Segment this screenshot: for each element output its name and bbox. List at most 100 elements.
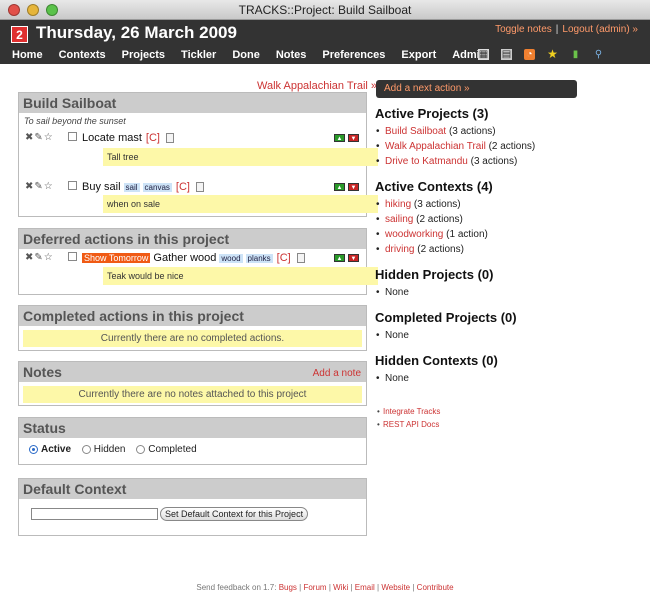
status-active-label[interactable]: Active: [41, 444, 71, 455]
tag[interactable]: sail: [123, 183, 140, 192]
app-header: 2 Thursday, 26 March 2009 Toggle notes | L…: [0, 20, 650, 64]
next-project-link[interactable]: Walk Appalachian Trail »: [257, 80, 377, 92]
nav-projects[interactable]: Projects: [122, 49, 165, 61]
window-title: TRACKS::Project: Build Sailboat: [238, 3, 412, 17]
add-note-link[interactable]: Add a note: [313, 366, 361, 382]
move-up-icon[interactable]: ▲: [334, 183, 345, 191]
todo-description[interactable]: Locate mast: [82, 132, 142, 144]
status-completed-radio[interactable]: [136, 445, 146, 454]
todo-note: when on sale: [103, 195, 378, 213]
footer-link-wiki[interactable]: Wiki: [333, 583, 348, 592]
active-projects-heading: Active Projects (3): [375, 106, 489, 121]
default-context-box: Default Context Set Default Context for …: [18, 478, 367, 536]
status-active-radio[interactable]: [29, 445, 38, 454]
completed-empty-message: Currently there are no completed actions…: [23, 330, 362, 347]
rss-icon[interactable]: ◔: [524, 49, 535, 60]
footer-link-forum[interactable]: Forum: [303, 583, 326, 592]
footer-link-email[interactable]: Email: [355, 583, 375, 592]
todo-description[interactable]: Gather wood: [153, 252, 216, 264]
list-item: None: [375, 328, 635, 343]
footer-link-website[interactable]: Website: [381, 583, 410, 592]
todo-action-icons: ✖✎☆: [25, 181, 54, 192]
tag[interactable]: canvas: [142, 183, 172, 192]
top-links: Toggle notes | Logout (admin) »: [495, 24, 638, 35]
todo-context-link[interactable]: [C]: [176, 181, 190, 193]
star-icon[interactable]: ☆: [44, 252, 54, 263]
main-nav: Home Contexts Projects Tickler Done Notes Pref…: [12, 49, 502, 61]
todo-move-arrows: ▲ ▼: [331, 180, 359, 192]
list-item: woodworking (1 action): [375, 227, 635, 242]
edit-icon[interactable]: ✎: [34, 132, 43, 143]
todo-context-link[interactable]: [C]: [277, 252, 291, 264]
toggle-notes-link[interactable]: Toggle notes: [495, 24, 552, 35]
notes-box: Notes Add a note Currently there are no n…: [18, 361, 367, 406]
context-link[interactable]: woodworking: [385, 229, 443, 240]
move-down-icon[interactable]: ▼: [348, 254, 359, 262]
notes-empty-message: Currently there are no notes attached to…: [23, 386, 362, 403]
move-down-icon[interactable]: ▼: [348, 183, 359, 191]
todo-checkbox[interactable]: [68, 132, 77, 141]
edit-icon[interactable]: ✎: [34, 252, 43, 263]
print-icon[interactable]: ▤: [501, 49, 512, 60]
star-icon[interactable]: ☆: [44, 132, 54, 143]
delete-icon[interactable]: ✖: [25, 252, 34, 263]
todo-move-arrows: ▲ ▼: [331, 131, 359, 143]
todo-checkbox[interactable]: [68, 252, 77, 261]
context-link[interactable]: driving: [385, 244, 414, 255]
nav-home[interactable]: Home: [12, 49, 43, 61]
footer-link-contribute[interactable]: Contribute: [417, 583, 454, 592]
context-link[interactable]: sailing: [385, 214, 413, 225]
integrate-tracks-link[interactable]: Integrate Tracks: [377, 405, 440, 418]
default-context-form: Set Default Context for this Project: [19, 499, 366, 529]
footer-link-bugs[interactable]: Bugs: [279, 583, 297, 592]
add-next-action-button[interactable]: Add a next action »: [376, 80, 577, 98]
move-up-icon[interactable]: ▲: [334, 254, 345, 262]
project-link[interactable]: Drive to Katmandu: [385, 156, 468, 167]
status-box: Status Active Hidden Completed: [18, 417, 367, 465]
nav-tickler[interactable]: Tickler: [181, 49, 216, 61]
note-icon[interactable]: [195, 182, 204, 193]
status-completed-label[interactable]: Completed: [148, 444, 196, 455]
todo-item: ✖✎☆ Buy sail sail canvas [C] ▲ ▼ when on sal…: [19, 178, 378, 227]
star-icon[interactable]: ☆: [44, 181, 54, 192]
logout-link[interactable]: Logout (admin) »: [562, 24, 638, 35]
completed-box: Completed actions in this project Curren…: [18, 305, 367, 351]
status-hidden-radio[interactable]: [81, 445, 91, 454]
deferred-box: Deferred actions in this project ✖✎☆ Sho…: [18, 228, 378, 295]
calendar-icon[interactable]: ▦: [478, 49, 489, 60]
todo-item: ✖✎☆ Show Tomorrow Gather wood wood planks […: [19, 249, 378, 293]
context-link[interactable]: hiking: [385, 199, 411, 210]
nav-contexts[interactable]: Contexts: [59, 49, 106, 61]
set-default-context-button[interactable]: Set Default Context for this Project: [160, 507, 309, 521]
edit-icon[interactable]: ✎: [34, 181, 43, 192]
project-link[interactable]: Walk Appalachian Trail: [385, 141, 486, 152]
deferred-title: Deferred actions in this project: [19, 229, 366, 249]
tag[interactable]: planks: [245, 254, 273, 263]
move-up-icon[interactable]: ▲: [334, 134, 345, 142]
completed-projects-heading: Completed Projects (0): [375, 310, 517, 325]
nav-export[interactable]: Export: [401, 49, 436, 61]
completed-title: Completed actions in this project: [19, 306, 366, 326]
nav-notes[interactable]: Notes: [276, 49, 307, 61]
active-contexts-list: hiking (3 actions) sailing (2 actions) w…: [375, 197, 635, 257]
note-icon[interactable]: [165, 133, 174, 144]
nav-preferences[interactable]: Preferences: [322, 49, 385, 61]
rest-api-docs-link[interactable]: REST API Docs: [377, 418, 440, 431]
todo-checkbox[interactable]: [68, 181, 77, 190]
show-tomorrow-badge[interactable]: Show Tomorrow: [82, 253, 151, 263]
star-icon[interactable]: ★: [547, 48, 558, 60]
todo-context-link[interactable]: [C]: [146, 132, 160, 144]
status-title: Status: [19, 418, 366, 438]
todo-description[interactable]: Buy sail: [82, 181, 121, 193]
project-link[interactable]: Build Sailboat: [385, 126, 446, 137]
default-context-input[interactable]: [31, 508, 158, 520]
delete-icon[interactable]: ✖: [25, 132, 34, 143]
move-down-icon[interactable]: ▼: [348, 134, 359, 142]
note-icon[interactable]: [296, 253, 305, 264]
delete-icon[interactable]: ✖: [25, 181, 34, 192]
tag[interactable]: wood: [219, 254, 243, 263]
nav-done[interactable]: Done: [232, 49, 260, 61]
status-hidden-label[interactable]: Hidden: [94, 444, 126, 455]
stats-icon[interactable]: ▮: [570, 49, 581, 60]
search-icon[interactable]: ⚲: [593, 49, 604, 60]
